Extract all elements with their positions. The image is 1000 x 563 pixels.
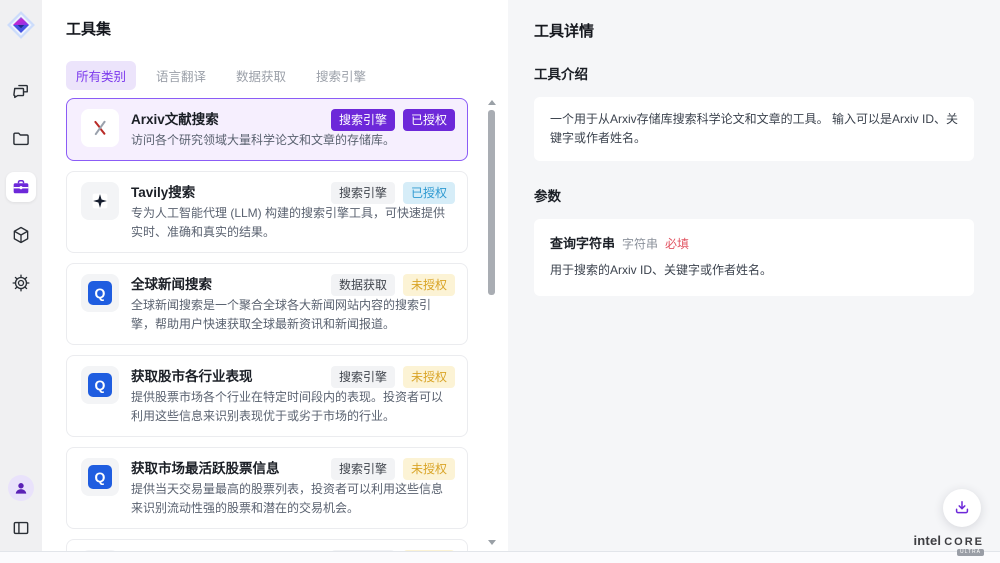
intro-card: 一个用于从Arxiv存储库搜索科学论文和文章的工具。 输入可以是Arxiv ID…: [534, 97, 974, 161]
news-doc-icon: [81, 550, 119, 551]
tab-all-categories[interactable]: 所有类别: [66, 61, 136, 90]
category-badge[interactable]: 搜索引擎: [331, 182, 395, 204]
auth-status-badge[interactable]: 已授权: [403, 109, 455, 131]
blue-q-icon: Q: [81, 274, 119, 312]
category-badge[interactable]: 搜索引擎: [331, 458, 395, 480]
tool-details-panel: 工具详情 工具介绍 一个用于从Arxiv存储库搜索科学论文和文章的工具。 输入可…: [508, 0, 1000, 551]
toolbox-icon: [11, 177, 31, 197]
tool-description: 提供当天交易量最高的股票列表，投资者可以利用这些信息来识别流动性强的股票和潜在的…: [131, 480, 453, 518]
download-icon: [952, 498, 972, 518]
scroll-up-arrow-icon[interactable]: [488, 100, 496, 105]
sidebar-item-tools[interactable]: [6, 172, 36, 202]
category-badge[interactable]: 数据获取: [331, 274, 395, 296]
sidebar-item-models[interactable]: [6, 220, 36, 250]
download-button[interactable]: [943, 489, 981, 527]
auth-status-badge[interactable]: 未授权: [403, 366, 455, 388]
auth-status-badge[interactable]: 未授权: [403, 274, 455, 296]
tool-list-panel: 工具集 所有类别 语言翻译 数据获取 搜索引擎 Arxiv文献搜索 访问各个研究: [42, 0, 508, 551]
ultra-badge: ULTRA: [957, 549, 984, 556]
tool-list: Arxiv文献搜索 访问各个研究领域大量科学论文和文章的存储库。 搜索引擎 已授…: [42, 98, 508, 551]
category-badge[interactable]: 搜索引擎: [331, 366, 395, 388]
tool-card-arxiv[interactable]: Arxiv文献搜索 访问各个研究领域大量科学论文和文章的存储库。 搜索引擎 已授…: [66, 98, 468, 161]
details-title: 工具详情: [534, 20, 974, 41]
chat-icon: [11, 81, 31, 101]
tool-description: 访问各个研究领域大量科学论文和文章的存储库。: [131, 131, 453, 150]
app-window: 工具集 所有类别 语言翻译 数据获取 搜索引擎 Arxiv文献搜索 访问各个研究: [0, 0, 1000, 551]
blue-q-icon: Q: [81, 458, 119, 496]
user-avatar-icon[interactable]: [8, 475, 34, 501]
gem-logo-icon: [6, 10, 36, 40]
folder-icon: [11, 129, 31, 149]
param-description: 用于搜索的Arxiv ID、关键字或作者姓名。: [550, 261, 958, 278]
scroll-down-arrow-icon[interactable]: [488, 540, 496, 545]
auth-status-badge[interactable]: 未授权: [403, 458, 455, 480]
tool-card-global-news[interactable]: Q 全球新闻搜索 全球新闻搜索是一个聚合全球各大新闻网站内容的搜索引擎，帮助用户…: [66, 263, 468, 345]
param-card: 查询字符串 字符串 必填 用于搜索的Arxiv ID、关键字或作者姓名。: [534, 219, 974, 296]
window-bottom-edge: [0, 551, 1000, 563]
param-type: 字符串: [622, 235, 658, 252]
intel-core-logo: intel CORE ULTRA: [913, 534, 984, 548]
blue-q-icon: Q: [81, 366, 119, 404]
tab-data-fetch[interactable]: 数据获取: [226, 61, 296, 90]
cube-icon: [11, 225, 31, 245]
tool-description: 提供股票市场各个行业在特定时间段内的表现。投资者可以利用这些信息来识别表现优于或…: [131, 388, 453, 426]
collapse-panel-icon[interactable]: [6, 513, 36, 543]
params-heading: 参数: [534, 185, 974, 205]
tool-card-tavily[interactable]: Tavily搜索 专为人工智能代理 (LLM) 构建的搜索引擎工具，可快速提供实…: [66, 171, 468, 253]
tool-card-regional-news[interactable]: 万维地区新闻查询 查询具体行政区划内的新闻，快速了解各地新闻动 搜索引擎 未授权: [66, 539, 468, 551]
sidebar-item-files[interactable]: [6, 124, 36, 154]
page-title: 工具集: [66, 18, 484, 39]
tool-description: 全球新闻搜索是一个聚合全球各大新闻网站内容的搜索引擎，帮助用户快速获取全球最新资…: [131, 296, 453, 334]
auth-status-badge[interactable]: 已授权: [403, 182, 455, 204]
sidebar-item-chat[interactable]: [6, 76, 36, 106]
category-tabs: 所有类别 语言翻译 数据获取 搜索引擎: [66, 61, 484, 90]
gear-icon: [11, 273, 31, 293]
tab-translation[interactable]: 语言翻译: [146, 61, 216, 90]
rail-nav: [6, 76, 36, 298]
arxiv-icon: [81, 109, 119, 147]
intro-heading: 工具介绍: [534, 63, 974, 83]
core-wordmark: CORE: [944, 537, 984, 548]
list-scrollbar[interactable]: [487, 98, 495, 547]
param-required-flag: 必填: [665, 235, 689, 252]
tab-search-engine[interactable]: 搜索引擎: [306, 61, 376, 90]
left-rail: [0, 0, 42, 551]
auth-status-badge[interactable]: 未授权: [403, 550, 455, 551]
category-badge[interactable]: 搜索引擎: [331, 550, 395, 551]
category-badge[interactable]: 搜索引擎: [331, 109, 395, 131]
scrollbar-thumb[interactable]: [488, 110, 495, 295]
tool-card-most-active-stocks[interactable]: Q 获取市场最活跃股票信息 提供当天交易量最高的股票列表，投资者可以利用这些信息…: [66, 447, 468, 529]
tool-description: 专为人工智能代理 (LLM) 构建的搜索引擎工具，可快速提供实时、准确和真实的结…: [131, 204, 453, 242]
sidebar-item-settings[interactable]: [6, 268, 36, 298]
intel-wordmark: intel: [913, 534, 941, 547]
sparkle-star-icon: [81, 182, 119, 220]
tool-card-sector-performance[interactable]: Q 获取股市各行业表现 提供股票市场各个行业在特定时间段内的表现。投资者可以利用…: [66, 355, 468, 437]
param-name: 查询字符串: [550, 233, 615, 252]
